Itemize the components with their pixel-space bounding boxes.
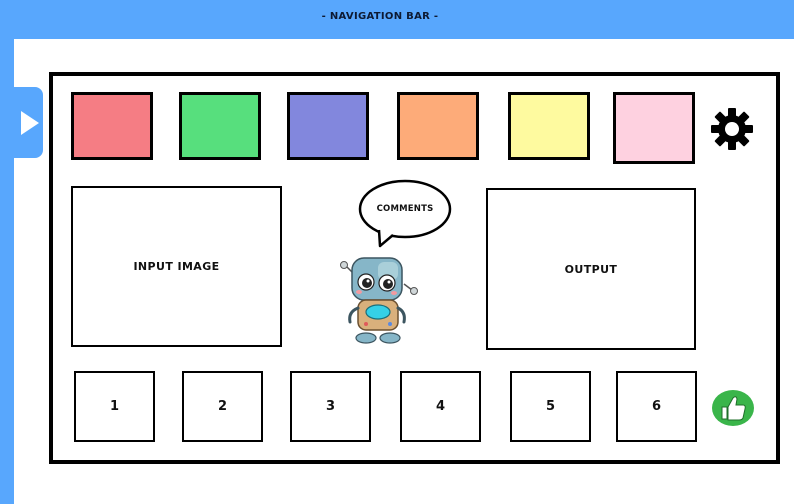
color-swatch-orange[interactable] <box>397 92 479 160</box>
sidebar-toggle-button[interactable] <box>0 87 43 158</box>
number-button-2[interactable]: 2 <box>182 371 263 442</box>
number-button-label: 6 <box>651 399 662 414</box>
color-swatch-yellow[interactable] <box>508 92 590 160</box>
color-swatch-red[interactable] <box>71 92 153 160</box>
number-button-3[interactable]: 3 <box>290 371 371 442</box>
comments-bubble[interactable] <box>355 178 455 250</box>
input-image-panel[interactable]: INPUT IMAGE <box>71 186 282 347</box>
number-button-label: 4 <box>435 399 446 414</box>
number-button-label: 1 <box>109 399 120 414</box>
comments-label: COMMENTS <box>376 204 434 214</box>
navigation-bar-title: - NAVIGATION BAR - <box>321 11 439 22</box>
gear-icon[interactable] <box>709 106 755 152</box>
output-panel[interactable]: OUTPUT <box>486 188 696 350</box>
robot-icon <box>340 257 418 344</box>
number-button-5[interactable]: 5 <box>510 371 591 442</box>
number-button-label: 2 <box>217 399 228 414</box>
number-button-4[interactable]: 4 <box>400 371 481 442</box>
color-swatch-pink[interactable] <box>613 92 695 164</box>
color-swatch-blue[interactable] <box>287 92 369 160</box>
navigation-bar: - NAVIGATION BAR - <box>0 0 794 39</box>
number-button-label: 5 <box>545 399 556 414</box>
thumbs-up-icon[interactable] <box>711 389 755 427</box>
number-button-1[interactable]: 1 <box>74 371 155 442</box>
input-image-label: INPUT IMAGE <box>133 260 220 273</box>
number-button-label: 3 <box>325 399 336 414</box>
play-triangle-icon <box>21 111 39 135</box>
color-swatch-green[interactable] <box>179 92 261 160</box>
number-button-6[interactable]: 6 <box>616 371 697 442</box>
output-label: OUTPUT <box>564 262 618 276</box>
